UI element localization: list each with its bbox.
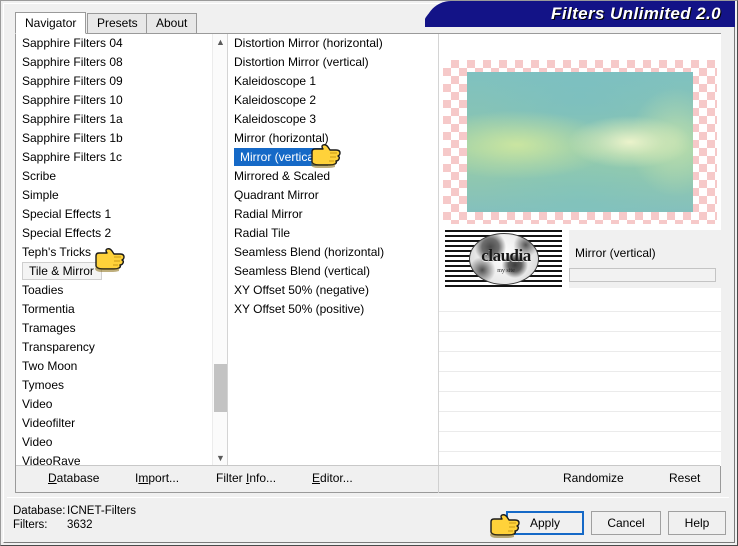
parameter-row[interactable] — [439, 332, 721, 352]
list-item[interactable]: Kaleidoscope 1 — [228, 72, 424, 91]
list-item[interactable]: Sapphire Filters 10 — [16, 91, 212, 110]
list-item[interactable]: Sapphire Filters 1c — [16, 148, 212, 167]
command-bar-divider — [438, 466, 439, 493]
list-item[interactable]: Sapphire Filters 08 — [16, 53, 212, 72]
parameter-row[interactable] — [439, 412, 721, 432]
scrollbar-thumb[interactable] — [214, 364, 227, 412]
list-item[interactable]: Radial Tile — [228, 224, 424, 243]
list-item[interactable]: Tormentia — [16, 300, 212, 319]
list-item[interactable]: Teph's Tricks — [16, 243, 212, 262]
list-item[interactable]: Mirrored & Scaled — [228, 167, 424, 186]
filter-info-button-label: nfo... — [249, 471, 277, 485]
database-button-label: atabase — [56, 471, 100, 485]
status-filters-value: 3632 — [67, 519, 93, 531]
preview-image — [467, 72, 693, 212]
randomize-button[interactable]: Randomize — [563, 471, 624, 485]
status-filters-label: Filters: — [13, 519, 48, 531]
list-item[interactable]: Sapphire Filters 1a — [16, 110, 212, 129]
parameter-rows — [439, 292, 721, 466]
parameter-row[interactable] — [439, 312, 721, 332]
command-bar: Database Import... Filter Info... Editor… — [16, 465, 720, 493]
tab-presets[interactable]: Presets — [87, 13, 148, 33]
status-database-label: Database: — [13, 505, 66, 517]
cancel-button[interactable]: Cancel — [591, 511, 661, 535]
parameter-row[interactable] — [439, 352, 721, 372]
preview-canvas — [443, 60, 717, 224]
list-item[interactable]: Seamless Blend (horizontal) — [228, 243, 424, 262]
list-item[interactable]: Toadies — [16, 281, 212, 300]
list-item[interactable]: VideoRave — [16, 452, 212, 466]
selected-filter-name: Mirror (vertical) — [575, 246, 656, 260]
list-item[interactable]: Tramages — [16, 319, 212, 338]
list-item[interactable]: Simple — [16, 186, 212, 205]
client-area: Sapphire Filters 04 Sapphire Filters 08 … — [15, 33, 722, 493]
list-item[interactable]: Special Effects 2 — [16, 224, 212, 243]
filter-thumbnail[interactable]: claudia my site — [445, 230, 562, 288]
help-button[interactable]: Help — [668, 511, 726, 535]
parameter-row[interactable] — [439, 372, 721, 392]
list-item[interactable]: Sapphire Filters 09 — [16, 72, 212, 91]
filters-unlimited-window: Filters Unlimited 2.0 Navigator Presets … — [0, 0, 738, 546]
list-item[interactable]: Seamless Blend (vertical) — [228, 262, 424, 281]
list-item[interactable]: Two Moon — [16, 357, 212, 376]
list-item[interactable]: Scribe — [16, 167, 212, 186]
filter-name-bar — [569, 268, 716, 282]
tabstrip: Navigator Presets About — [15, 12, 721, 34]
list-item[interactable]: Quadrant Mirror — [228, 186, 424, 205]
status-filters-line: Filters: 3632 — [13, 518, 136, 532]
list-item[interactable]: Tymoes — [16, 376, 212, 395]
editor-button[interactable]: Editor... — [312, 471, 353, 485]
list-item[interactable]: Kaleidoscope 2 — [228, 91, 424, 110]
status-database-value: ICNET-Filters — [67, 505, 136, 517]
parameter-row[interactable] — [439, 292, 721, 312]
preview-panel: claudia my site Mirror (vertical) — [438, 34, 722, 466]
list-item[interactable]: Special Effects 1 — [16, 205, 212, 224]
status-text: Database: ICNET-Filters Filters: 3632 — [13, 504, 136, 532]
list-item[interactable]: Sapphire Filters 04 — [16, 34, 212, 53]
thumbnail-logo-text: claudia — [481, 246, 531, 265]
thumbnail-row: claudia my site Mirror (vertical) — [439, 230, 722, 292]
list-item[interactable]: Sapphire Filters 1b — [16, 129, 212, 148]
apply-button[interactable]: Apply — [506, 511, 584, 535]
tab-navigator[interactable]: Navigator — [15, 12, 87, 34]
list-item[interactable]: Kaleidoscope 3 — [228, 110, 424, 129]
tab-about[interactable]: About — [146, 13, 198, 33]
filter-item-mirror-vertical[interactable]: Mirror (vertical) — [228, 148, 424, 167]
import-button-label: port... — [148, 471, 180, 485]
status-database-line: Database: ICNET-Filters — [13, 504, 136, 518]
category-item-tile-and-mirror[interactable]: Tile & Mirror — [16, 262, 212, 281]
list-item[interactable]: Radial Mirror — [228, 205, 424, 224]
filter-item-mirror-vertical-label: Mirror (vertical) — [234, 148, 328, 166]
list-item[interactable]: Video — [16, 433, 212, 452]
list-item[interactable]: Transparency — [16, 338, 212, 357]
filter-list[interactable]: Distortion Mirror (horizontal) Distortio… — [228, 34, 424, 466]
parameter-row[interactable] — [439, 392, 721, 412]
scroll-up-icon[interactable]: ▲ — [213, 34, 228, 50]
category-list[interactable]: Sapphire Filters 04 Sapphire Filters 08 … — [16, 34, 212, 466]
list-item[interactable]: XY Offset 50% (positive) — [228, 300, 424, 319]
list-item[interactable]: Videofilter — [16, 414, 212, 433]
list-item[interactable]: XY Offset 50% (negative) — [228, 281, 424, 300]
list-item[interactable]: Distortion Mirror (horizontal) — [228, 34, 424, 53]
filter-info-button[interactable]: Filter Info... — [216, 471, 276, 485]
list-item[interactable]: Video — [16, 395, 212, 414]
category-list-scrollbar[interactable]: ▲ ▼ — [212, 34, 227, 466]
category-item-tile-and-mirror-label: Tile & Mirror — [22, 262, 102, 280]
parameter-row[interactable] — [439, 432, 721, 452]
list-item[interactable]: Mirror (horizontal) — [228, 129, 424, 148]
list-item[interactable]: Distortion Mirror (vertical) — [228, 53, 424, 72]
scroll-down-icon[interactable]: ▼ — [213, 450, 228, 466]
reset-button[interactable]: Reset — [669, 471, 700, 485]
filter-name-area: Mirror (vertical) — [569, 230, 722, 288]
thumbnail-logo-subtext: my site — [497, 268, 515, 274]
editor-button-label: ditor... — [320, 471, 353, 485]
import-button[interactable]: Import... — [135, 471, 179, 485]
database-button[interactable]: Database — [48, 471, 99, 485]
